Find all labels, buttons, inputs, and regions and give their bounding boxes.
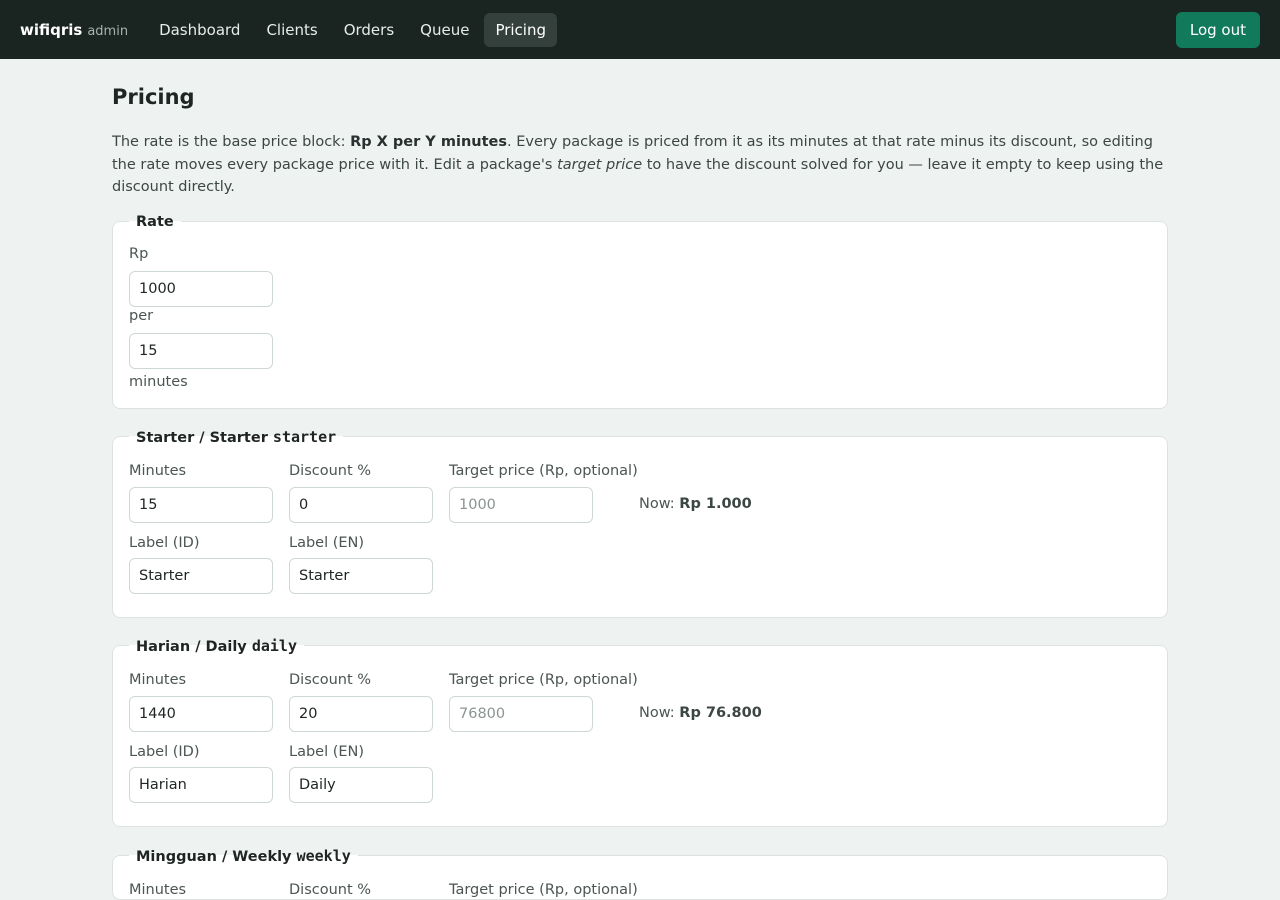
logout-button[interactable]: Log out [1175,12,1260,48]
brand-subtitle: admin [87,23,129,39]
label-en-input[interactable] [289,767,433,803]
main-content: Pricing The rate is the base price block… [112,59,1168,900]
current-price: Now: Rp 1.000 [639,496,752,512]
label-en-label: Label (EN) [289,744,365,760]
rate-legend: Rate [129,214,181,230]
current-price: Now: Rp 76.800 [639,705,762,721]
target-price-input[interactable] [449,487,593,523]
package-legend: Harian / Daily daily [129,638,304,655]
minutes-label: Minutes [129,882,187,898]
nav-clients[interactable]: Clients [255,13,328,47]
nav-orders[interactable]: Orders [333,13,405,47]
intro-rate-format: Rp X per Y minutes [350,134,507,150]
discount-input[interactable] [289,487,433,523]
discount-input[interactable] [289,696,433,732]
package-legend: Starter / Starter starter [129,429,344,446]
minutes-label: Minutes [129,672,187,688]
rate-minutes-input[interactable] [129,333,273,369]
minutes-label: Minutes [129,463,187,479]
rate-per-label: per [129,308,154,324]
discount-label: Discount % [289,882,372,898]
discount-label: Discount % [289,463,372,479]
brand[interactable]: wifiqris admin [20,21,128,39]
main-nav: Dashboard Clients Orders Queue Pricing [148,12,561,47]
intro-target-price: target price [557,156,643,173]
target-price-label: Target price (Rp, optional) [449,882,638,898]
label-en-label: Label (EN) [289,535,365,551]
nav-pricing[interactable]: Pricing [484,12,557,47]
page-title: Pricing [112,85,195,109]
rate-fieldset: Rate Rp per minutes [112,214,1168,409]
rate-amount-input[interactable] [129,271,273,307]
package-fieldset-weekly: Mingguan / Weekly weekly Minutes Discoun… [112,848,1168,900]
nav-queue[interactable]: Queue [409,13,480,47]
package-legend: Mingguan / Weekly weekly [129,848,358,865]
intro-part-1: The rate is the base price block: [112,134,351,150]
discount-label: Discount % [289,672,372,688]
brand-name: wifiqris [20,20,83,39]
target-price-input[interactable] [449,696,593,732]
rate-currency-label: Rp [129,246,149,262]
label-id-input[interactable] [129,767,273,803]
package-fieldset-daily: Harian / Daily daily Minutes Discount % … [112,638,1168,827]
top-navbar: wifiqris admin Dashboard Clients Orders … [0,0,1280,59]
label-id-input[interactable] [129,558,273,594]
intro-text: The rate is the base price block: Rp X p… [112,131,1168,199]
rate-minutes-label: minutes [129,374,188,390]
minutes-input[interactable] [129,696,273,732]
nav-dashboard[interactable]: Dashboard [148,13,251,47]
package-fieldset-starter: Starter / Starter starter Minutes Discou… [112,429,1168,618]
label-en-input[interactable] [289,558,433,594]
label-id-label: Label (ID) [129,535,200,551]
label-id-label: Label (ID) [129,744,200,760]
minutes-input[interactable] [129,487,273,523]
target-price-label: Target price (Rp, optional) [449,463,638,479]
target-price-label: Target price (Rp, optional) [449,672,638,688]
